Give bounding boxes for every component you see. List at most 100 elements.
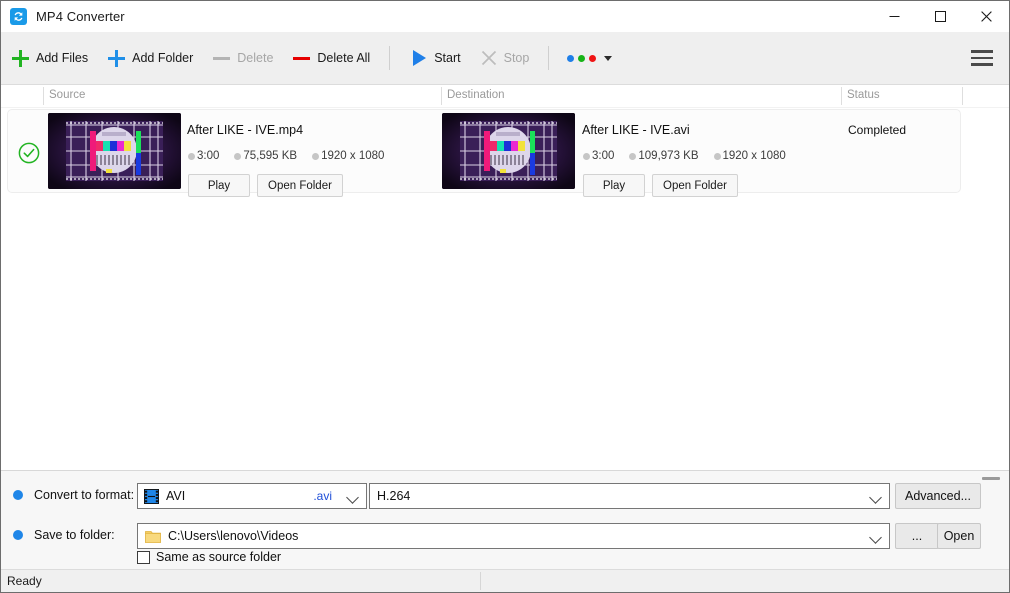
minimize-button[interactable] — [871, 1, 917, 32]
stop-label: Stop — [503, 51, 530, 65]
status-divider — [480, 572, 481, 590]
window-title: MP4 Converter — [36, 9, 125, 24]
hamburger-icon-line — [971, 63, 993, 66]
destination-filename: After LIKE - IVE.avi — [582, 123, 690, 137]
folder-icon — [145, 530, 161, 543]
toolbar-divider — [548, 46, 550, 70]
format-value: AVI — [166, 489, 186, 503]
source-actions: Play Open Folder — [188, 174, 343, 197]
destination-resolution: 1920 x 1080 — [722, 150, 786, 162]
column-header-source[interactable]: Source — [49, 89, 85, 101]
bullet-icon — [188, 152, 195, 160]
source-play-button[interactable]: Play — [188, 174, 250, 197]
red-dot-icon — [589, 54, 597, 62]
hamburger-icon-line — [971, 50, 993, 53]
bullet-icon — [234, 152, 242, 160]
format-extension: .avi — [313, 489, 332, 503]
chevron-down-icon — [869, 491, 882, 504]
status-badge: Completed — [848, 123, 907, 137]
film-strip-icon — [144, 488, 159, 504]
delete-label: Delete — [237, 51, 274, 65]
column-header-status[interactable]: Status — [847, 89, 880, 101]
codec-value: H.264 — [377, 489, 411, 503]
toolbar-divider — [389, 46, 391, 70]
add-folder-label: Add Folder — [132, 51, 194, 65]
format-bullet-icon — [13, 490, 23, 500]
delete-all-label: Delete All — [317, 51, 371, 65]
minus-icon — [293, 56, 311, 60]
source-filesize: 75,595 KB — [243, 150, 298, 162]
delete-button: Delete — [204, 40, 282, 76]
add-folder-button[interactable]: Add Folder — [99, 40, 202, 76]
table-row[interactable]: After LIKE - IVE.mp4 3:00 75,595 KB 1920… — [7, 109, 961, 197]
maximize-button[interactable] — [917, 1, 963, 32]
main-toolbar: Add Files Add Folder Delete Delete All S… — [1, 32, 1009, 85]
source-filename: After LIKE - IVE.mp4 — [187, 123, 304, 137]
column-header-row: Source Destination Status — [1, 85, 1009, 108]
bullet-icon — [713, 152, 721, 160]
check-circle-icon[interactable] — [18, 142, 40, 164]
minus-icon — [213, 56, 231, 60]
color-presets-dropdown[interactable] — [559, 43, 620, 73]
column-divider — [841, 87, 842, 105]
browse-folder-button[interactable]: ... — [895, 523, 939, 549]
plus-icon — [12, 49, 29, 67]
bullet-icon — [312, 152, 320, 160]
open-folder-button[interactable]: Open — [937, 523, 981, 549]
chevron-down-icon — [604, 55, 613, 61]
same-as-source-checkbox[interactable]: Same as source folder — [137, 550, 281, 564]
save-path-value: C:\Users\lenovo\Videos — [168, 529, 299, 543]
column-divider — [441, 87, 442, 105]
chevron-down-icon — [346, 491, 359, 504]
green-dot-icon — [578, 54, 586, 62]
title-bar: MP4 Converter — [1, 1, 1009, 32]
delete-all-button[interactable]: Delete All — [284, 40, 379, 76]
add-files-label: Add Files — [36, 51, 89, 65]
source-duration: 3:00 — [197, 150, 220, 162]
blue-dot-icon — [567, 54, 575, 62]
destination-metadata: 3:00 109,973 KB 1920 x 1080 — [583, 150, 796, 162]
destination-thumbnail — [442, 113, 575, 189]
hamburger-icon-line — [971, 56, 993, 60]
add-files-button[interactable]: Add Files — [3, 40, 97, 76]
save-bullet-icon — [13, 530, 23, 540]
start-button[interactable]: Start — [402, 40, 469, 76]
destination-filesize: 109,973 KB — [638, 150, 699, 162]
save-path-select[interactable]: C:\Users\lenovo\Videos — [137, 523, 890, 549]
bullet-icon — [629, 152, 637, 160]
close-button[interactable] — [963, 1, 1009, 32]
save-label: Save to folder: — [34, 528, 115, 542]
destination-actions: Play Open Folder — [583, 174, 738, 197]
column-divider — [962, 87, 963, 105]
plus-icon — [108, 49, 126, 67]
window-controls — [871, 1, 1009, 32]
play-icon — [413, 50, 427, 66]
file-list-area: Source Destination Status After LIKE - I… — [1, 85, 1009, 470]
status-bar: Ready — [1, 569, 1009, 592]
close-x-icon — [481, 50, 496, 66]
destination-open-folder-button[interactable]: Open Folder — [652, 174, 738, 197]
same-as-source-label: Same as source folder — [156, 550, 282, 564]
source-open-folder-button[interactable]: Open Folder — [257, 174, 343, 197]
codec-select[interactable]: H.264 — [369, 483, 890, 509]
source-metadata: 3:00 75,595 KB 1920 x 1080 — [188, 150, 394, 162]
status-text: Ready — [7, 574, 42, 588]
destination-duration: 3:00 — [592, 150, 615, 162]
source-resolution: 1920 x 1080 — [321, 150, 385, 162]
settings-panel: Convert to format: AVI .avi H.264 Advanc… — [1, 470, 1009, 569]
checkbox-box-icon — [137, 550, 150, 564]
advanced-button[interactable]: Advanced... — [895, 483, 981, 509]
stop-button: Stop — [472, 40, 539, 76]
column-header-destination[interactable]: Destination — [447, 89, 505, 101]
format-select[interactable]: AVI .avi — [137, 483, 367, 509]
chevron-down-icon — [869, 531, 882, 544]
format-label: Convert to format: — [34, 488, 135, 502]
column-divider — [43, 87, 44, 105]
source-thumbnail — [48, 113, 181, 189]
panel-resize-grip[interactable] — [982, 477, 1000, 480]
main-menu-button[interactable] — [967, 43, 997, 73]
start-label: Start — [434, 51, 461, 65]
convert-arrows-icon — [10, 8, 27, 25]
destination-play-button[interactable]: Play — [583, 174, 645, 197]
application-window: MP4 Converter Add Files Add Folder Delet… — [0, 0, 1010, 593]
